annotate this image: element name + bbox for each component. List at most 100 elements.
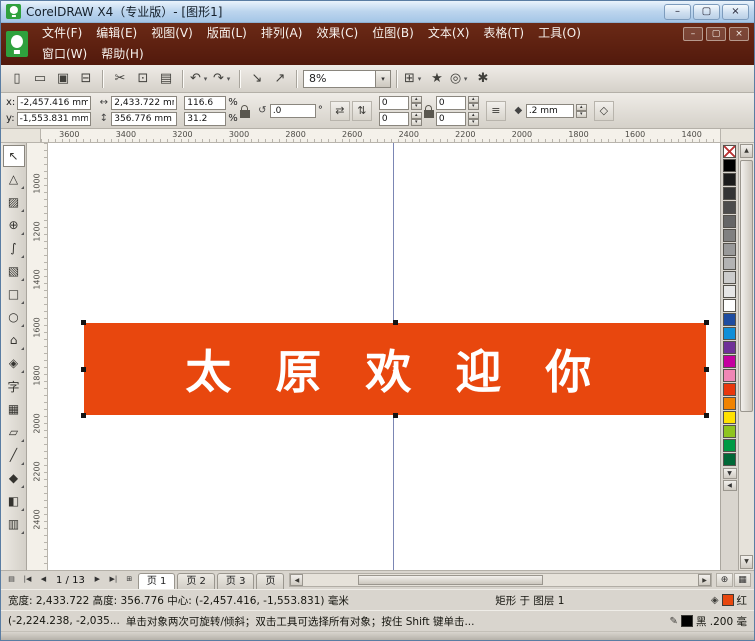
palette-swatch[interactable] xyxy=(723,187,736,200)
save-button[interactable]: ▣ xyxy=(52,68,74,90)
selected-rectangle[interactable]: 太 原 欢 迎 你 × xyxy=(84,323,706,415)
vertical-ruler[interactable]: 1000 1200 1400 1600 1800 2000 2200 2400 xyxy=(27,143,48,570)
tab-page-3[interactable]: 页 3 xyxy=(217,573,255,589)
convert-to-curves-button[interactable]: ◇ xyxy=(594,101,614,121)
vertical-scrollbar[interactable]: ▲ ▼ xyxy=(738,143,754,570)
open-button[interactable]: ▭ xyxy=(29,68,51,90)
x-position-field[interactable] xyxy=(17,96,91,110)
palette-swatch[interactable] xyxy=(723,313,736,326)
page-setup-button[interactable]: ▤ xyxy=(4,573,19,587)
menu-item-tools[interactable]: 工具(O) xyxy=(531,24,588,43)
spin-down-icon[interactable]: ▾ xyxy=(411,119,422,126)
outline-color-swatch[interactable] xyxy=(681,615,693,627)
next-page-button[interactable]: ▶ xyxy=(90,573,105,587)
corner-radius-br-field[interactable] xyxy=(436,112,466,126)
first-page-button[interactable]: |◀ xyxy=(20,573,35,587)
selection-handle[interactable] xyxy=(393,413,398,418)
scroll-left-button[interactable]: ◀ xyxy=(290,574,303,586)
zoom-tool[interactable]: ⊕ xyxy=(3,214,25,236)
menu-item-text[interactable]: 文本(X) xyxy=(421,24,477,43)
spin-down-icon[interactable]: ▾ xyxy=(411,103,422,110)
palette-swatch[interactable] xyxy=(723,383,736,396)
scroll-up-button[interactable]: ▲ xyxy=(740,144,753,158)
selection-handle[interactable] xyxy=(704,367,709,372)
print-button[interactable]: ⊟ xyxy=(75,68,97,90)
y-position-field[interactable] xyxy=(17,112,91,126)
corner-radius-bl-field[interactable] xyxy=(379,112,409,126)
object-height-field[interactable] xyxy=(111,112,177,126)
outline-width-field[interactable] xyxy=(526,104,574,118)
menu-item-view[interactable]: 视图(V) xyxy=(144,24,200,43)
selection-center-mark[interactable]: × xyxy=(391,364,399,375)
spinner[interactable]: ▴▾ xyxy=(411,112,422,126)
palette-swatch[interactable] xyxy=(723,453,736,466)
corner-radius-tl-field[interactable] xyxy=(379,96,409,110)
snap-to-dropdown-arrow[interactable]: ▾ xyxy=(461,75,470,83)
spin-up-icon[interactable]: ▴ xyxy=(411,96,422,103)
palette-swatch[interactable] xyxy=(723,285,736,298)
menu-item-bitmaps[interactable]: 位图(B) xyxy=(365,24,421,43)
palette-swatch[interactable] xyxy=(723,173,736,186)
spin-up-icon[interactable]: ▴ xyxy=(576,104,587,111)
previous-page-button[interactable]: ◀ xyxy=(36,573,51,587)
palette-scroll-down-button[interactable]: ▼ xyxy=(723,468,737,479)
palette-swatch[interactable] xyxy=(723,201,736,214)
selection-handle[interactable] xyxy=(81,367,86,372)
undo-dropdown-arrow[interactable]: ▾ xyxy=(201,75,210,83)
palette-swatch[interactable] xyxy=(723,327,736,340)
close-button[interactable]: × xyxy=(722,4,749,20)
palette-swatch[interactable] xyxy=(723,243,736,256)
ruler-origin-corner[interactable] xyxy=(1,129,41,142)
export-button[interactable]: ↗ xyxy=(269,68,291,90)
freehand-tool[interactable]: ∫ xyxy=(3,237,25,259)
selection-handle[interactable] xyxy=(81,320,86,325)
last-page-button[interactable]: ▶| xyxy=(106,573,121,587)
tab-page-1[interactable]: 页 1 xyxy=(138,573,176,589)
copy-button[interactable]: ⊡ xyxy=(132,68,154,90)
selection-handle[interactable] xyxy=(81,413,86,418)
palette-flyout-button[interactable]: ◀ xyxy=(723,480,737,491)
horizontal-scrollbar-thumb[interactable] xyxy=(358,575,543,585)
pick-tool[interactable]: ↖ xyxy=(3,145,25,167)
fill-indicator[interactable]: ◈ 红 xyxy=(711,593,747,608)
text-tool[interactable]: 字 xyxy=(3,375,25,397)
palette-swatch[interactable] xyxy=(723,229,736,242)
eyedropper-tool[interactable]: ╱ xyxy=(3,444,25,466)
redo-button[interactable]: ↷▾ xyxy=(212,68,234,90)
spin-down-icon[interactable]: ▾ xyxy=(468,103,479,110)
menu-item-table[interactable]: 表格(T) xyxy=(476,24,531,43)
drawing-canvas[interactable]: 太 原 欢 迎 你 × xyxy=(48,143,720,570)
maximize-button[interactable]: ▢ xyxy=(693,4,720,20)
interactive-fill-tool[interactable]: ▥ xyxy=(3,513,25,535)
palette-swatch[interactable] xyxy=(723,215,736,228)
object-width-field[interactable] xyxy=(111,96,177,110)
scroll-down-button[interactable]: ▼ xyxy=(740,555,753,569)
palette-swatch[interactable] xyxy=(723,159,736,172)
fill-color-swatch[interactable] xyxy=(722,594,734,606)
app-launcher-dropdown-arrow[interactable]: ▾ xyxy=(415,75,424,83)
welcome-screen-button[interactable]: ★ xyxy=(426,68,448,90)
palette-swatch[interactable] xyxy=(723,411,736,424)
selection-handle[interactable] xyxy=(704,413,709,418)
outline-indicator[interactable]: ✎ 黑 .200 毫 xyxy=(670,614,747,629)
mirror-horizontal-button[interactable]: ⇄ xyxy=(330,101,350,121)
wrap-paragraph-text-button[interactable]: ≡ xyxy=(486,101,506,121)
tab-page-4[interactable]: 页 xyxy=(256,573,284,589)
spin-up-icon[interactable]: ▴ xyxy=(468,112,479,119)
no-color-swatch[interactable] xyxy=(723,145,736,158)
horizontal-ruler[interactable]: 3600 3400 3200 3000 2800 2600 2400 2200 … xyxy=(41,129,720,142)
document-icon[interactable] xyxy=(6,31,28,57)
menu-item-edit[interactable]: 编辑(E) xyxy=(89,24,144,43)
palette-swatch[interactable] xyxy=(723,425,736,438)
scale-lock-icon[interactable] xyxy=(240,110,250,118)
vertical-scrollbar-thumb[interactable] xyxy=(740,160,753,412)
selection-handle[interactable] xyxy=(704,320,709,325)
app-launcher-button[interactable]: ⊞▾ xyxy=(403,68,425,90)
scale-h-field[interactable] xyxy=(184,96,226,110)
palette-swatch[interactable] xyxy=(723,355,736,368)
spin-down-icon[interactable]: ▾ xyxy=(576,111,587,118)
palette-swatch[interactable] xyxy=(723,341,736,354)
menu-item-layout[interactable]: 版面(L) xyxy=(200,24,254,43)
rectangle-tool[interactable]: □ xyxy=(3,283,25,305)
corner-radius-lock-icon[interactable] xyxy=(424,110,434,118)
